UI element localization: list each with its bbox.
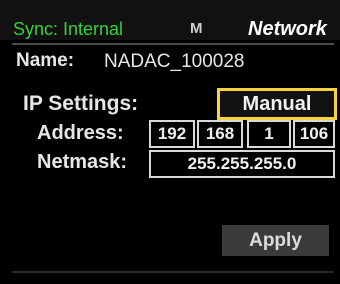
address-octet-1[interactable]: 192 (149, 120, 195, 148)
network-settings-screen: Sync: Internal M Network Name: NADAC_100… (0, 0, 340, 284)
address-label: Address: (37, 122, 124, 144)
apply-button[interactable]: Apply (222, 225, 329, 256)
netmask-field[interactable]: 255.255.255.0 (149, 150, 335, 178)
address-octet-4[interactable]: 106 (293, 120, 335, 148)
sync-status: Sync: Internal (13, 19, 124, 39)
tab-network[interactable]: Network (248, 18, 327, 41)
address-octet-2[interactable]: 168 (197, 120, 243, 148)
mode-indicator: M (190, 20, 203, 37)
device-name-value: NADAC_100028 (104, 51, 245, 72)
netmask-label: Netmask: (37, 151, 128, 173)
ip-mode-select[interactable]: Manual (217, 88, 337, 120)
header-divider (12, 43, 334, 45)
bottom-divider (12, 271, 334, 273)
header-bar: Sync: Internal M Network (0, 0, 340, 40)
device-name-label: Name: (16, 50, 75, 71)
ip-settings-label: IP Settings: (23, 92, 139, 115)
address-octet-3[interactable]: 1 (247, 120, 291, 148)
